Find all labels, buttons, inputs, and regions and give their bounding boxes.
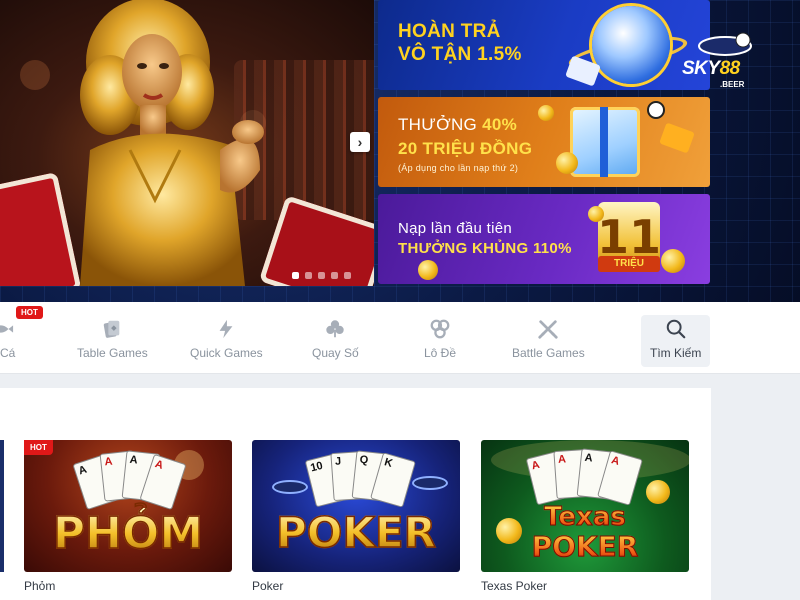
brand-name: SKY88 <box>682 58 740 79</box>
coin-decoration <box>661 249 685 273</box>
carousel-indicators <box>292 272 351 279</box>
coin-decoration <box>556 152 578 174</box>
poker-chip-decoration <box>272 480 308 494</box>
promo-note: (Áp dụng cho lần nạp thứ 2) <box>398 163 519 173</box>
carousel-dot[interactable] <box>331 272 338 279</box>
clover-icon <box>326 320 345 338</box>
tab-label: Quick Games <box>190 346 263 360</box>
tab-battle-games[interactable]: Battle Games <box>512 318 585 360</box>
ticket-decoration <box>659 122 695 154</box>
poker-chip-decoration <box>412 476 448 490</box>
game-title[interactable]: Texas Poker <box>481 579 547 593</box>
game-card-phom[interactable]: A A A A PHỎM <box>24 440 232 572</box>
game-art-title: PHỎM <box>24 507 232 560</box>
promo-banner-first-deposit[interactable]: Nạp lần đầu tiên THƯỞNG KHỦNG 110% 11 TR… <box>378 194 710 284</box>
golden-woman-illustration <box>80 0 264 286</box>
fish-icon <box>0 325 13 333</box>
tab-lo-de[interactable]: Lô Đề <box>424 318 456 360</box>
tab-label: Tìm Kiếm <box>650 346 702 360</box>
game-art-title: POKER <box>252 507 460 558</box>
game-card-poker[interactable]: 10 J Q K POKER <box>252 440 460 572</box>
tab-label: Lô Đề <box>424 346 457 360</box>
game-card-texas-poker[interactable]: A A A A Texas POKER <box>481 440 689 572</box>
game-art-title: Texas <box>481 502 689 533</box>
tab-fish-games[interactable]: n Cá <box>0 318 15 360</box>
bokeh-light <box>20 60 50 90</box>
coin-decoration <box>646 480 670 504</box>
tab-quick-games[interactable]: Quick Games <box>190 318 263 360</box>
tab-label: Quay Số <box>312 346 359 360</box>
hot-badge: HOT <box>24 440 53 455</box>
coin-decoration <box>418 260 438 280</box>
promo-banner-cashback[interactable]: HOÀN TRẢ VÔ TẬN 1.5% <box>378 0 710 90</box>
game-title[interactable]: Phỏm <box>24 579 55 593</box>
promo-subtitle: VÔ TẬN 1.5% <box>398 44 522 65</box>
tab-table-games[interactable]: Table Games <box>77 318 148 360</box>
hero-banner: › HOÀN TRẢ VÔ TẬN 1.5% THƯỞNG 40% 20 TRI… <box>0 0 800 302</box>
carousel-dot[interactable] <box>318 272 325 279</box>
hot-badge: HOT <box>16 306 43 319</box>
gift-ribbon <box>600 107 608 177</box>
lottery-balls-icon <box>430 319 450 339</box>
game-category-bar: n Cá Table Games Quick Games Quay Số Lô … <box>0 302 800 374</box>
promo-badge-label: TRIỆU <box>598 256 660 272</box>
carousel-dot[interactable] <box>344 272 351 279</box>
game-title[interactable]: Poker <box>252 579 283 593</box>
partial-game-card[interactable] <box>0 440 4 572</box>
tab-lottery-draw[interactable]: Quay Số <box>312 318 359 360</box>
carousel-dot[interactable] <box>305 272 312 279</box>
cashback-sphere-illustration <box>592 6 670 84</box>
carousel-next-button[interactable]: › <box>350 132 370 152</box>
coin-decoration <box>588 206 604 222</box>
hero-carousel-slide[interactable]: › <box>0 0 374 286</box>
promo-banner-second-deposit[interactable]: THƯỞNG 40% 20 TRIỆU ĐỒNG (Áp dụng cho lầ… <box>378 97 710 187</box>
ball-decoration <box>647 101 665 119</box>
coin-decoration <box>538 105 554 121</box>
game-art-subtitle: POKER <box>481 530 689 564</box>
brand-domain: .BEER <box>720 80 745 89</box>
lightning-icon <box>219 319 233 339</box>
crossed-swords-icon <box>538 320 558 339</box>
promo-title: THƯỞNG 40% <box>398 115 518 134</box>
carousel-dot[interactable] <box>292 272 299 279</box>
chevron-right-icon: › <box>357 134 363 150</box>
promo-title: HOÀN TRẢ <box>398 21 501 42</box>
search-icon <box>666 319 686 339</box>
tab-label: Battle Games <box>512 346 585 360</box>
cards-icon <box>104 320 120 338</box>
promo-title: Nạp lần đầu tiên <box>398 220 513 237</box>
tab-label: Table Games <box>77 346 148 360</box>
promo-subtitle: 20 TRIỆU ĐỒNG <box>398 139 533 158</box>
promo-subtitle: THƯỞNG KHỦNG 110% <box>398 240 572 257</box>
tab-search[interactable]: Tìm Kiếm <box>650 318 701 360</box>
tab-label: n Cá <box>0 346 16 360</box>
